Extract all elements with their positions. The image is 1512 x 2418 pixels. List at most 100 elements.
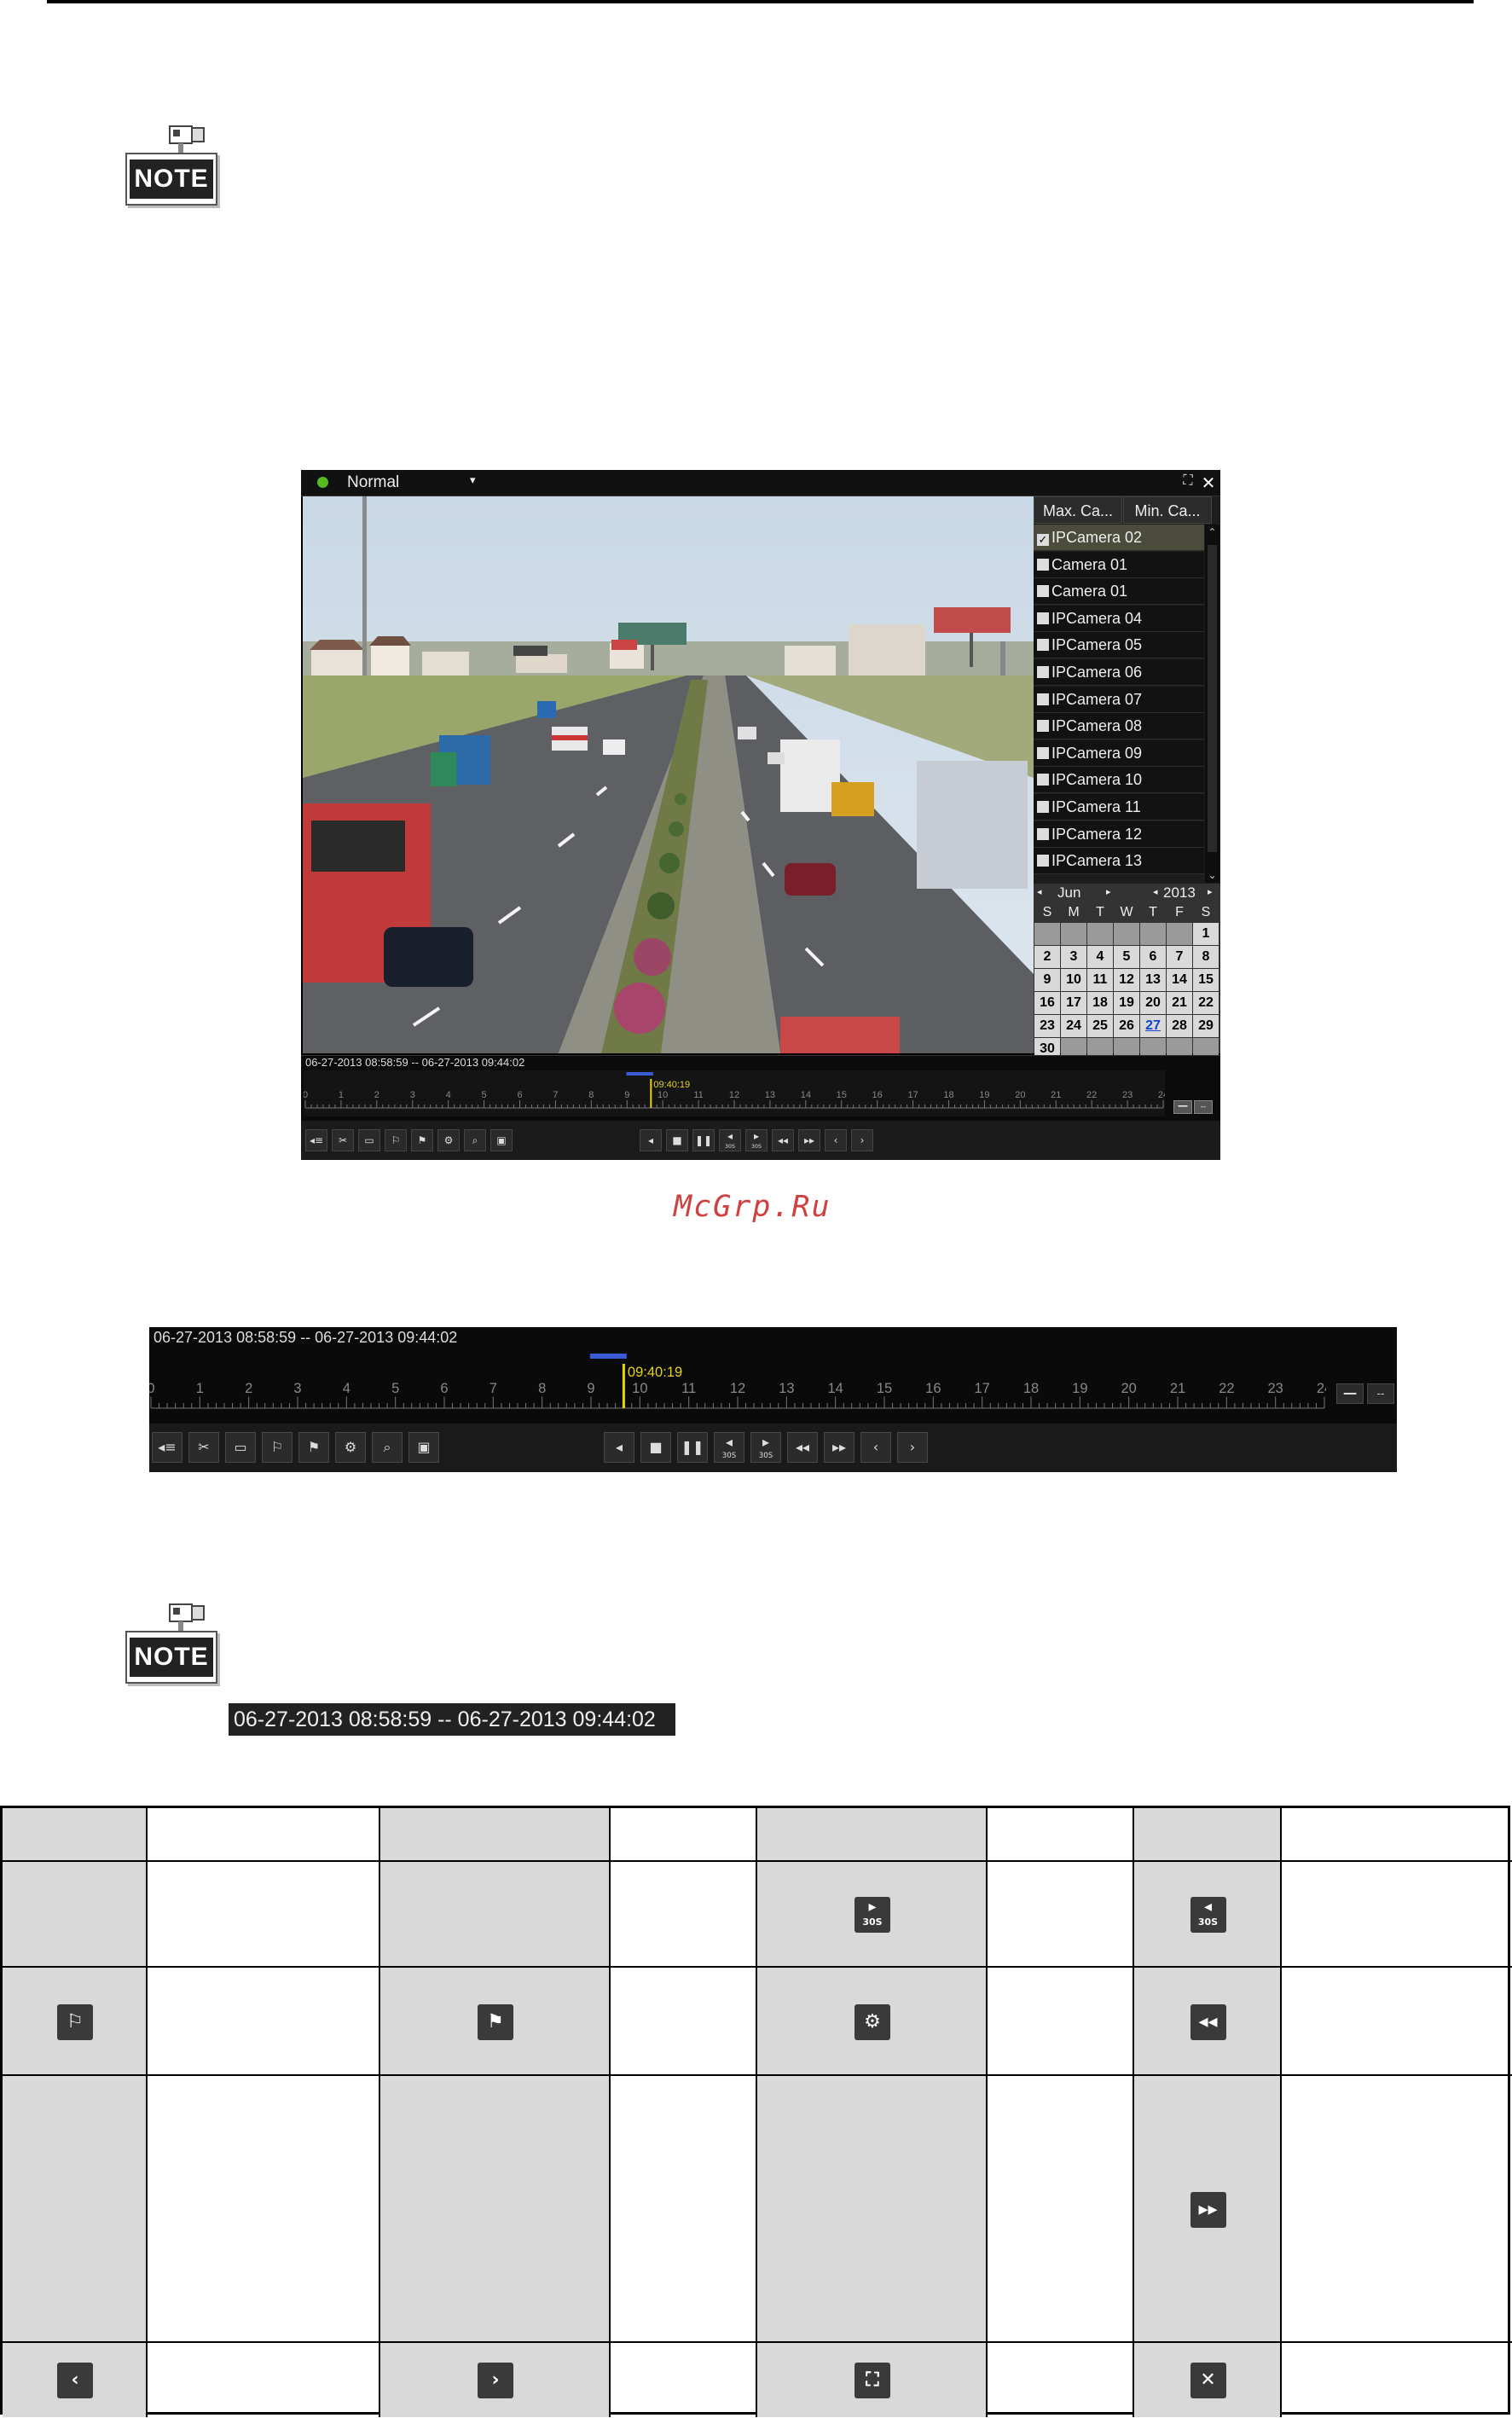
settings-icon[interactable]: ⚙ (335, 1432, 366, 1463)
close-icon[interactable]: ✕ (1200, 473, 1217, 493)
back-30s-icon[interactable]: ◂ 30S (714, 1432, 744, 1463)
timeline-track[interactable]: 0123456789101112131415161718192021222324… (304, 1070, 1165, 1116)
calendar-day[interactable]: 14 (1167, 969, 1192, 991)
calendar-day[interactable]: 6 (1140, 946, 1166, 968)
camera-list-scrollbar[interactable]: ⌃ ⌄ (1205, 525, 1219, 883)
next-day-icon[interactable]: › (851, 1129, 873, 1151)
pause-icon[interactable]: ❚❚ (692, 1129, 715, 1151)
checkbox-icon[interactable] (1037, 774, 1049, 786)
checkbox-icon[interactable] (1037, 855, 1049, 867)
calendar-day[interactable]: 21 (1167, 992, 1192, 1014)
settings-icon[interactable]: ⚙ (437, 1129, 460, 1151)
checkbox-icon[interactable] (1037, 720, 1049, 733)
zoom-out-timeline-icon[interactable]: -- (1367, 1383, 1394, 1404)
calendar-day[interactable]: 25 (1087, 1015, 1113, 1037)
fast-icon[interactable]: ▸▸ (824, 1432, 854, 1463)
calendar-day[interactable]: 28 (1167, 1015, 1192, 1037)
calendar-day[interactable]: 18 (1087, 992, 1113, 1014)
calendar-day[interactable]: 24 (1061, 1015, 1086, 1037)
calendar-day[interactable]: 20 (1140, 992, 1166, 1014)
checkbox-icon[interactable] (1037, 693, 1049, 705)
calendar-day[interactable]: 4 (1087, 946, 1113, 968)
camera-list-item[interactable]: Camera 01 (1034, 551, 1204, 578)
custom-tag-icon[interactable]: ⚑ (411, 1129, 433, 1151)
calendar-day[interactable]: 27 (1140, 1015, 1166, 1037)
calendar-day[interactable]: 2 (1034, 946, 1060, 968)
calendar-day[interactable]: 3 (1061, 946, 1086, 968)
checkbox-icon[interactable] (1037, 666, 1049, 678)
camera-list-item[interactable]: IPCamera 08 (1034, 713, 1204, 740)
playback-mode-select[interactable]: Normal (347, 473, 399, 492)
clip-icon[interactable]: ✂ (332, 1129, 354, 1151)
calendar-day[interactable]: 10 (1061, 969, 1086, 991)
checkbox-icon[interactable] (1037, 639, 1049, 652)
stop-icon[interactable]: ■ (640, 1432, 671, 1463)
slow-icon[interactable]: ◂◂ (787, 1432, 818, 1463)
chevron-down-icon[interactable]: ⌄ (1205, 869, 1219, 881)
zoom-icon[interactable]: ⌕ (372, 1432, 403, 1463)
calendar-day[interactable]: 22 (1193, 992, 1219, 1014)
save-clip-icon[interactable]: ▭ (358, 1129, 380, 1151)
checkbox-icon[interactable] (1037, 746, 1049, 759)
timeline-track[interactable]: 0123456789101112131415161718192021222324… (149, 1351, 1326, 1421)
zoom-icon[interactable]: ⌕ (464, 1129, 486, 1151)
next-year-icon[interactable]: ▸ (1208, 886, 1213, 897)
calendar-day[interactable]: 1 (1193, 923, 1219, 945)
pause-icon[interactable]: ❚❚ (677, 1432, 708, 1463)
camera-list-item[interactable]: IPCamera 07 (1034, 686, 1204, 713)
checkbox-icon[interactable] (1037, 827, 1049, 840)
camera-list-item[interactable]: ✓ IPCamera 02 (1034, 525, 1204, 551)
camera-list-item[interactable]: IPCamera 10 (1034, 767, 1204, 794)
camera-list-item[interactable]: IPCamera 12 (1034, 820, 1204, 848)
prev-year-icon[interactable]: ◂ (1153, 886, 1158, 897)
calendar-day[interactable]: 7 (1167, 946, 1192, 968)
camera-list-item[interactable]: Camera 01 (1034, 578, 1204, 606)
forward-30s-icon[interactable]: ▸ 30S (745, 1129, 768, 1151)
zoom-in-timeline-icon[interactable]: ━━ (1173, 1100, 1192, 1114)
zoom-in-timeline-icon[interactable]: ━━ (1336, 1383, 1364, 1404)
prev-day-icon[interactable]: ‹ (860, 1432, 891, 1463)
calendar-day[interactable]: 17 (1061, 992, 1086, 1014)
calendar-day[interactable]: 5 (1114, 946, 1139, 968)
chevron-down-icon[interactable]: ▾ (470, 473, 476, 487)
next-month-icon[interactable]: ▸ (1106, 886, 1111, 897)
zoom-out-timeline-icon[interactable]: -- (1194, 1100, 1213, 1114)
camera-list-item[interactable]: IPCamera 11 (1034, 794, 1204, 820)
slow-icon[interactable]: ◂◂ (772, 1129, 794, 1151)
calendar-day[interactable]: 16 (1034, 992, 1060, 1014)
custom-tag-icon[interactable]: ⚑ (298, 1432, 329, 1463)
fullscreen-icon[interactable]: ⛶ (1179, 473, 1196, 490)
next-day-icon[interactable]: › (897, 1432, 928, 1463)
prev-day-icon[interactable]: ‹ (825, 1129, 847, 1151)
forward-30s-icon[interactable]: ▸ 30S (750, 1432, 781, 1463)
camera-list-item[interactable]: IPCamera 05 (1034, 632, 1204, 659)
calendar-day[interactable]: 12 (1114, 969, 1139, 991)
camera-list-item[interactable]: IPCamera 06 (1034, 659, 1204, 686)
reverse-play-icon[interactable]: ◂ (604, 1432, 634, 1463)
tab-max-camera[interactable]: Max. Ca... (1034, 496, 1122, 524)
camera-list-item[interactable]: IPCamera 04 (1034, 605, 1204, 632)
snapshot-icon[interactable]: ▣ (408, 1432, 439, 1463)
stop-icon[interactable]: ■ (666, 1129, 688, 1151)
checkbox-icon[interactable] (1037, 558, 1049, 571)
clip-icon[interactable]: ✂ (188, 1432, 219, 1463)
checkbox-icon[interactable] (1037, 801, 1049, 813)
tab-min-camera[interactable]: Min. Ca... (1123, 496, 1212, 524)
calendar-day[interactable]: 8 (1193, 946, 1219, 968)
chevron-up-icon[interactable]: ⌃ (1205, 526, 1219, 538)
save-clip-icon[interactable]: ▭ (225, 1432, 256, 1463)
calendar-day[interactable]: 29 (1193, 1015, 1219, 1037)
calendar-day[interactable]: 11 (1087, 969, 1113, 991)
checkbox-icon[interactable] (1037, 585, 1049, 598)
fast-icon[interactable]: ▸▸ (798, 1129, 820, 1151)
camera-list-item[interactable]: IPCamera 09 (1034, 739, 1204, 767)
add-tag-icon[interactable]: ⚐ (262, 1432, 293, 1463)
calendar-day[interactable]: 26 (1114, 1015, 1139, 1037)
snapshot-icon[interactable]: ▣ (490, 1129, 513, 1151)
checkbox-icon[interactable] (1037, 612, 1049, 624)
audio-icon[interactable]: ◂≡ (305, 1129, 327, 1151)
calendar-day[interactable]: 23 (1034, 1015, 1060, 1037)
camera-list-item[interactable]: IPCamera 13 (1034, 848, 1204, 875)
audio-icon[interactable]: ◂≡ (152, 1432, 182, 1463)
prev-month-icon[interactable]: ◂ (1037, 886, 1042, 897)
